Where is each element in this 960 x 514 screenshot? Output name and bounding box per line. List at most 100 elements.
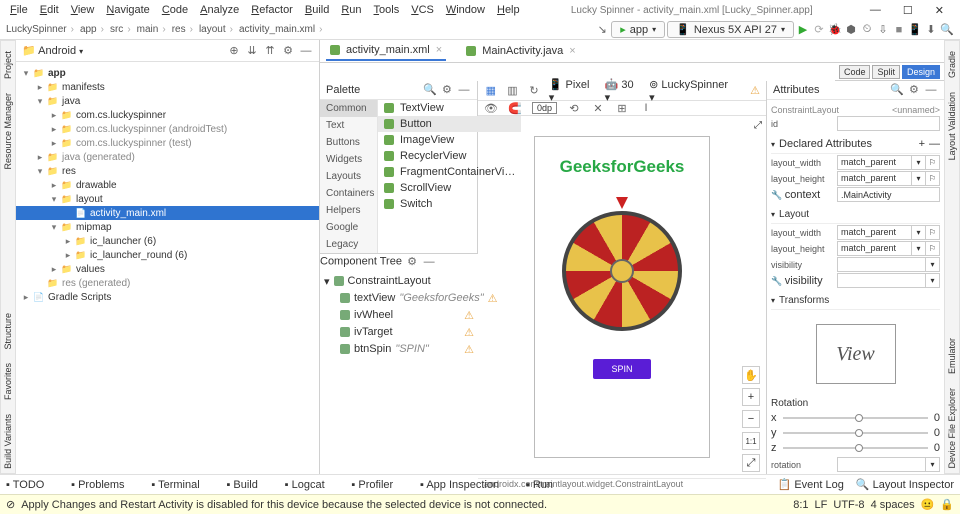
close-icon[interactable]: × bbox=[436, 44, 442, 56]
collapse-icon[interactable]: ⇊ bbox=[245, 44, 259, 58]
editor-tab[interactable]: activity_main.xml× bbox=[326, 41, 446, 61]
run-config-select[interactable]: ▸app▾ bbox=[611, 21, 665, 38]
tree-node[interactable]: ▸ drawable bbox=[16, 178, 319, 192]
cvisibility-select[interactable] bbox=[837, 273, 926, 288]
favorites-tab[interactable]: Favorites bbox=[3, 359, 13, 404]
infer-icon[interactable]: ⟲ bbox=[567, 101, 581, 115]
cvis-dd[interactable]: ▾ bbox=[926, 273, 940, 288]
device-explorer-tab[interactable]: Device File Explorer bbox=[947, 384, 957, 473]
minimize-icon[interactable]: — bbox=[864, 4, 887, 16]
avd-icon[interactable]: 📱 bbox=[908, 23, 922, 37]
tool-window-logcat[interactable]: ▪ Logcat bbox=[285, 479, 325, 491]
component-tree-item[interactable]: btnSpin "SPIN" ⚠ bbox=[324, 341, 474, 358]
lh-dd[interactable]: ▾ bbox=[912, 171, 926, 186]
lw2-flag[interactable]: ⚐ bbox=[926, 225, 940, 240]
palette-hide-icon[interactable]: — bbox=[457, 83, 471, 97]
resource-manager-tab[interactable]: Resource Manager bbox=[3, 89, 13, 174]
layout-inspector-button[interactable]: 🔍 Layout Inspector bbox=[856, 478, 954, 491]
close-icon[interactable]: ✕ bbox=[929, 4, 950, 17]
rotation-slider-z[interactable]: z0 bbox=[771, 442, 940, 454]
rotation-input[interactable] bbox=[837, 457, 926, 472]
menu-code[interactable]: Code bbox=[156, 4, 194, 16]
tool-window-problems[interactable]: ▪ Problems bbox=[71, 479, 124, 491]
encoding[interactable]: UTF-8 bbox=[833, 499, 864, 511]
tree-node[interactable]: ▸ ic_launcher_round (6) bbox=[16, 248, 319, 262]
declared-attrs-section[interactable]: Declared Attributes+— bbox=[771, 135, 940, 154]
lw-dd[interactable]: ▾ bbox=[912, 155, 926, 170]
tree-node[interactable]: ▸ ic_launcher (6) bbox=[16, 234, 319, 248]
profile-icon[interactable]: ⏲ bbox=[860, 23, 874, 37]
layout-height-select[interactable]: match_parent bbox=[837, 171, 912, 186]
visibility-select[interactable] bbox=[837, 257, 926, 272]
tree-node[interactable]: res (generated) bbox=[16, 276, 319, 290]
component-tree-item[interactable]: ivTarget ⚠ bbox=[324, 324, 474, 341]
component-tree-item[interactable]: textView "GeeksforGeeks" ⚠ bbox=[324, 290, 474, 307]
menu-navigate[interactable]: Navigate bbox=[100, 4, 155, 16]
expand-icon[interactable]: ⇈ bbox=[263, 44, 277, 58]
layout-width-select[interactable]: match_parent bbox=[837, 155, 912, 170]
tool-window-profiler[interactable]: ▪ Profiler bbox=[351, 479, 393, 491]
layout-height2-select[interactable]: match_parent bbox=[837, 241, 912, 256]
zoom-in-button[interactable]: + bbox=[742, 388, 760, 406]
preview-warning-icon[interactable]: ⚠ bbox=[750, 84, 760, 97]
attr-gear-icon[interactable]: ⚙ bbox=[907, 83, 921, 97]
tool-window-todo[interactable]: ▪ TODO bbox=[6, 479, 44, 491]
crumb-layout[interactable]: layout bbox=[199, 24, 237, 35]
rot-dd[interactable]: ▾ bbox=[926, 457, 940, 472]
pan-icon[interactable]: ⤢ bbox=[754, 120, 762, 131]
hide-icon[interactable]: — bbox=[299, 44, 313, 58]
split-mode-button[interactable]: Split bbox=[872, 65, 900, 79]
tree-node[interactable]: ▸ Gradle Scripts bbox=[16, 290, 319, 304]
tool-window-build[interactable]: ▪ Build bbox=[226, 479, 257, 491]
eye-icon[interactable]: 👁 bbox=[484, 101, 498, 115]
rotation-slider-x[interactable]: x0 bbox=[771, 412, 940, 424]
tree-node[interactable]: ▾ java bbox=[16, 94, 319, 108]
lh2-flag[interactable]: ⚐ bbox=[926, 241, 940, 256]
build-variants-tab[interactable]: Build Variants bbox=[3, 410, 13, 473]
menu-vcs[interactable]: VCS bbox=[405, 4, 440, 16]
menu-refactor[interactable]: Refactor bbox=[245, 4, 299, 16]
theme-dropdown[interactable]: ⊚ LuckySpinner ▾ bbox=[649, 78, 734, 104]
gradle-tab[interactable]: Gradle bbox=[947, 47, 957, 82]
tree-node[interactable]: ▸ com.cs.luckyspinner (androidTest) bbox=[16, 122, 319, 136]
device-dropdown[interactable]: 📱 Pixel ▾ bbox=[549, 78, 597, 104]
blueprint-icon[interactable]: ▥ bbox=[506, 84, 520, 98]
indent[interactable]: 4 spaces bbox=[871, 499, 915, 511]
crumb-LuckySpinner[interactable]: LuckySpinner bbox=[6, 24, 78, 35]
ct-hide-icon[interactable]: — bbox=[422, 255, 436, 269]
palette-search-icon[interactable]: 🔍 bbox=[423, 83, 437, 97]
crumb-src[interactable]: src bbox=[110, 24, 135, 35]
code-mode-button[interactable]: Code bbox=[839, 65, 871, 79]
attr-search-icon[interactable]: 🔍 bbox=[890, 83, 904, 97]
scroll-from-source-icon[interactable]: ⊕ bbox=[227, 44, 241, 58]
zoom-reset-button[interactable]: ⤢ bbox=[742, 454, 760, 472]
run-icon[interactable]: ▶ bbox=[796, 23, 810, 37]
ct-gear-icon[interactable]: ⚙ bbox=[405, 254, 419, 268]
lw-flag[interactable]: ⚐ bbox=[926, 155, 940, 170]
device-select[interactable]: 📱Nexus 5X API 27▾ bbox=[667, 21, 794, 38]
coverage-icon[interactable]: ⬢ bbox=[844, 23, 858, 37]
tree-node[interactable]: ▸ manifests bbox=[16, 80, 319, 94]
tool-window-terminal[interactable]: ▪ Terminal bbox=[151, 479, 199, 491]
search-icon[interactable]: 🔍 bbox=[940, 23, 954, 37]
layout-validation-tab[interactable]: Layout Validation bbox=[947, 88, 957, 164]
line-ending[interactable]: LF bbox=[815, 499, 828, 511]
select-mode-icon[interactable]: ▦ bbox=[484, 84, 498, 98]
pack-icon[interactable]: ⊞ bbox=[615, 101, 629, 115]
palette-category[interactable]: Containers bbox=[320, 185, 377, 202]
warning-icon[interactable]: ⚠ bbox=[464, 309, 474, 322]
menu-file[interactable]: File bbox=[4, 4, 34, 16]
tree-node[interactable]: ▸ java (generated) bbox=[16, 150, 319, 164]
tree-node[interactable]: ▾ app bbox=[16, 66, 319, 80]
preview-surface[interactable]: GeeksforGeeks SPIN bbox=[534, 136, 710, 458]
structure-tab[interactable]: Structure bbox=[3, 309, 13, 354]
tree-node[interactable]: ▾ mipmap bbox=[16, 220, 319, 234]
attr-hide-icon[interactable]: — bbox=[924, 83, 938, 97]
palette-gear-icon[interactable]: ⚙ bbox=[440, 83, 454, 97]
default-margin[interactable]: 0dp bbox=[532, 102, 557, 114]
palette-category[interactable]: Layouts bbox=[320, 168, 377, 185]
menu-tools[interactable]: Tools bbox=[368, 4, 406, 16]
sdk-icon[interactable]: ⬇ bbox=[924, 23, 938, 37]
maximize-icon[interactable]: ☐ bbox=[897, 4, 919, 17]
lh-flag[interactable]: ⚐ bbox=[926, 171, 940, 186]
